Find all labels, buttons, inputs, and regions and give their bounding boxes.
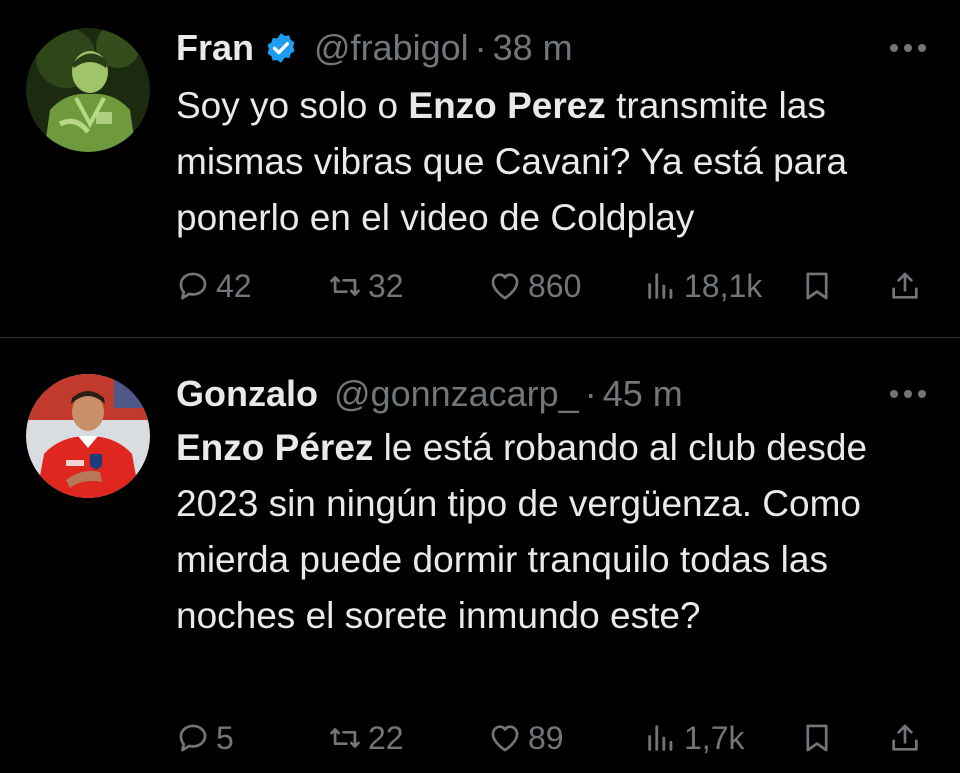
views-button[interactable]: 18,1k [644,264,762,308]
timestamp[interactable]: 38 m [493,27,573,69]
share-button[interactable] [888,716,922,760]
timestamp[interactable]: 45 m [603,373,683,415]
retweet-count: 32 [368,267,404,304]
bookmark-button[interactable] [800,716,834,760]
view-count: 1,7k [684,719,745,756]
tweet-text: Soy yo solo o Enzo Perez transmite las m… [176,78,936,246]
more-icon[interactable] [886,26,930,70]
views-icon [648,273,673,299]
reply-icon [179,272,207,300]
tweet-header: Fran @frabigol · 38 m [176,26,930,70]
bookmark-icon [806,272,828,300]
like-count: 860 [528,267,582,304]
tweet-text-part: Soy yo solo o [176,85,409,126]
heart-icon [491,725,519,752]
avatar-image [26,28,150,152]
tweet-text-bold: Enzo Perez [408,85,606,126]
share-icon [892,272,918,299]
heart-icon [491,273,519,300]
separator-dot: · [584,373,597,414]
bookmark-icon [806,724,828,752]
bookmark-button[interactable] [800,264,834,308]
reply-button[interactable]: 5 [176,716,234,760]
views-icon [648,725,673,751]
display-name[interactable]: Fran [176,27,254,69]
user-handle[interactable]: @frabigol [314,27,469,69]
share-button[interactable] [888,264,922,308]
display-name[interactable]: Gonzalo [176,373,318,415]
views-button[interactable]: 1,7k [644,716,744,760]
like-button[interactable]: 89 [488,716,564,760]
view-count: 18,1k [684,267,763,304]
retweet-icon [330,276,360,296]
avatar[interactable] [26,28,150,152]
reply-icon [179,724,207,752]
tweet[interactable]: Gonzalo @gonnzacarp_ · 45 m Enzo Pérez l… [0,338,960,773]
separator-dot: · [474,27,487,68]
avatar[interactable] [26,374,150,498]
share-icon [892,724,918,751]
reply-count: 5 [216,719,234,756]
user-handle[interactable]: @gonnzacarp_ [334,373,579,415]
retweet-icon [330,728,360,748]
avatar-image [26,374,150,498]
retweet-count: 22 [368,719,404,756]
more-icon[interactable] [886,372,930,416]
retweet-button[interactable]: 22 [328,716,404,760]
tweet[interactable]: Fran @frabigol · 38 m Soy yo solo o Enzo… [0,0,960,337]
action-bar: 42 32 860 18,1k [176,264,936,308]
action-bar: 5 22 89 1,7k [176,716,936,760]
reply-count: 42 [216,267,252,304]
verified-badge-icon [264,31,298,65]
retweet-button[interactable]: 32 [328,264,404,308]
like-button[interactable]: 860 [488,264,581,308]
tweet-text-bold: Enzo Pérez [176,427,374,468]
tweet-text: Enzo Pérez le está robando al club desde… [176,420,936,644]
like-count: 89 [528,719,564,756]
tweet-header: Gonzalo @gonnzacarp_ · 45 m [176,372,930,416]
reply-button[interactable]: 42 [176,264,252,308]
